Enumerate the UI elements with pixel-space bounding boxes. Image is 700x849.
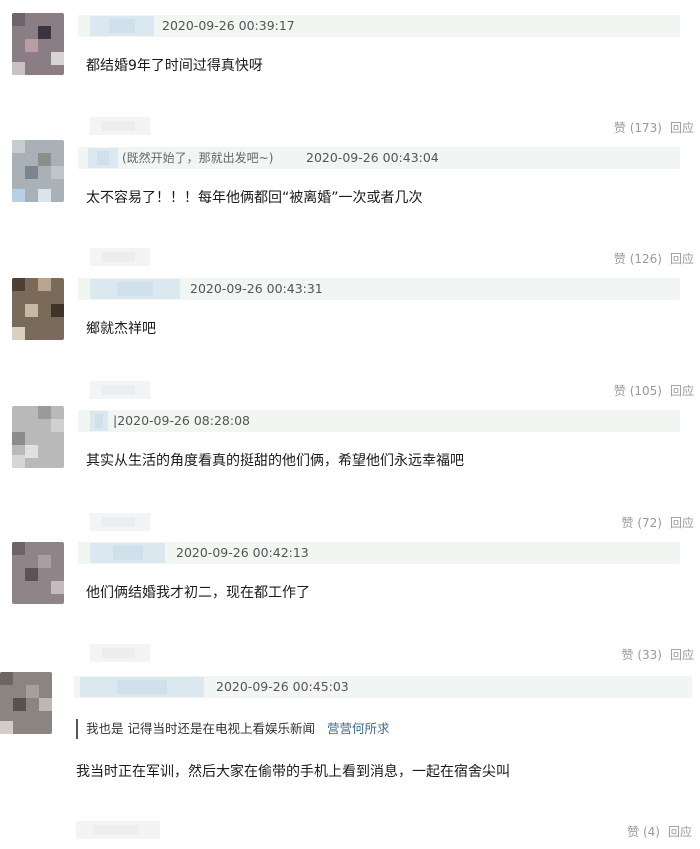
reply-button[interactable]: 回应 xyxy=(668,825,692,839)
avatar[interactable] xyxy=(12,13,64,75)
blurred-reply-preview xyxy=(90,117,150,135)
blurred-reply-preview xyxy=(90,644,150,662)
comment-text: 都结婚9年了时间过得真快呀 xyxy=(86,58,263,74)
like-count: (173) xyxy=(629,121,662,135)
username[interactable] xyxy=(90,543,165,563)
comment-item: 2020-09-26 00:45:03 我也是 记得当时还是在电视上看娱乐新闻营… xyxy=(0,666,700,849)
avatar[interactable] xyxy=(12,406,64,468)
like-button[interactable]: 赞 (173) xyxy=(614,121,662,135)
comment-header xyxy=(78,542,680,564)
comment-actions: 赞 (72) 回应 xyxy=(622,514,695,532)
comment-item: 2020-09-26 00:43:31 鄉就杰祥吧 赞 (105) 回应 xyxy=(0,270,700,402)
like-count: (4) xyxy=(642,825,660,839)
comment-actions: 赞 (105) 回应 xyxy=(614,382,694,400)
avatar[interactable] xyxy=(12,140,64,202)
username[interactable] xyxy=(90,279,180,299)
comment-actions: 赞 (33) 回应 xyxy=(622,646,695,664)
comment-time: 2020-09-26 00:43:31 xyxy=(190,281,323,296)
blurred-reply-preview xyxy=(90,248,150,266)
comment-time: 2020-09-26 00:39:17 xyxy=(162,18,295,33)
like-label[interactable]: 赞 xyxy=(614,121,626,135)
comment-text: 其实从生活的角度看真的挺甜的他们俩，希望他们永远幸福吧 xyxy=(86,453,464,469)
blurred-reply-preview xyxy=(90,381,150,399)
quoted-username[interactable]: 营营何所求 xyxy=(327,721,390,736)
comment-time: |2020-09-26 08:28:08 xyxy=(113,413,250,428)
reply-button[interactable]: 回应 xyxy=(670,516,694,530)
quoted-text: 我也是 记得当时还是在电视上看娱乐新闻 xyxy=(86,721,315,736)
like-button[interactable]: 赞 (33) xyxy=(622,648,662,662)
quoted-reply: 我也是 记得当时还是在电视上看娱乐新闻 营营何所求 xyxy=(76,719,390,739)
username[interactable] xyxy=(90,16,154,36)
comment-item: 2020-09-26 00:39:17 都结婚9年了时间过得真快呀 赞 (173… xyxy=(0,0,700,140)
comment-actions: 赞 (173) 回应 xyxy=(614,119,694,137)
like-count: (72) xyxy=(637,516,662,530)
username[interactable] xyxy=(80,677,204,697)
comment-actions: 赞 (4) 回应 xyxy=(627,823,692,841)
like-label[interactable]: 赞 xyxy=(627,825,639,839)
username[interactable] xyxy=(88,148,118,168)
like-label[interactable]: 赞 xyxy=(614,384,626,398)
like-button[interactable]: 赞 (126) xyxy=(614,252,662,266)
comment-text: 我当时正在军训，然后大家在偷带的手机上看到消息，一起在宿舍尖叫 xyxy=(76,764,510,780)
reply-button[interactable]: 回应 xyxy=(670,384,694,398)
avatar[interactable] xyxy=(12,542,64,604)
avatar[interactable] xyxy=(12,278,64,340)
blurred-reply-preview xyxy=(76,821,160,839)
username[interactable] xyxy=(90,411,108,431)
like-count: (105) xyxy=(629,384,662,398)
comment-time: 2020-09-26 00:42:13 xyxy=(176,545,309,560)
user-signature: (既然开始了，那就出发吧~) xyxy=(122,151,274,165)
reply-button[interactable]: 回应 xyxy=(670,252,694,266)
comment-item: 2020-09-26 00:42:13 他们俩结婚我才初二，现在都工作了 赞 (… xyxy=(0,534,700,666)
comment-text: 他们俩结婚我才初二，现在都工作了 xyxy=(86,585,310,601)
like-label[interactable]: 赞 xyxy=(614,252,626,266)
like-button[interactable]: 赞 (4) xyxy=(627,825,660,839)
comment-item: (既然开始了，那就出发吧~) 2020-09-26 00:43:04 太不容易了… xyxy=(0,140,700,270)
like-label[interactable]: 赞 xyxy=(622,648,634,662)
comment-actions: 赞 (126) 回应 xyxy=(614,250,694,268)
comment-time: 2020-09-26 00:45:03 xyxy=(216,679,349,694)
avatar[interactable] xyxy=(0,672,52,734)
comment-text: 鄉就杰祥吧 xyxy=(86,321,156,337)
reply-button[interactable]: 回应 xyxy=(670,121,694,135)
like-button[interactable]: 赞 (72) xyxy=(622,516,662,530)
like-label[interactable]: 赞 xyxy=(622,516,634,530)
like-button[interactable]: 赞 (105) xyxy=(614,384,662,398)
comment-time: 2020-09-26 00:43:04 xyxy=(306,150,439,165)
comment-text: 太不容易了！！！每年他俩都回“被离婚”一次或者几次 xyxy=(86,190,423,206)
like-count: (126) xyxy=(629,252,662,266)
reply-button[interactable]: 回应 xyxy=(670,648,694,662)
comment-item: |2020-09-26 08:28:08 其实从生活的角度看真的挺甜的他们俩，希… xyxy=(0,402,700,534)
like-count: (33) xyxy=(637,648,662,662)
blurred-reply-preview xyxy=(90,513,150,531)
